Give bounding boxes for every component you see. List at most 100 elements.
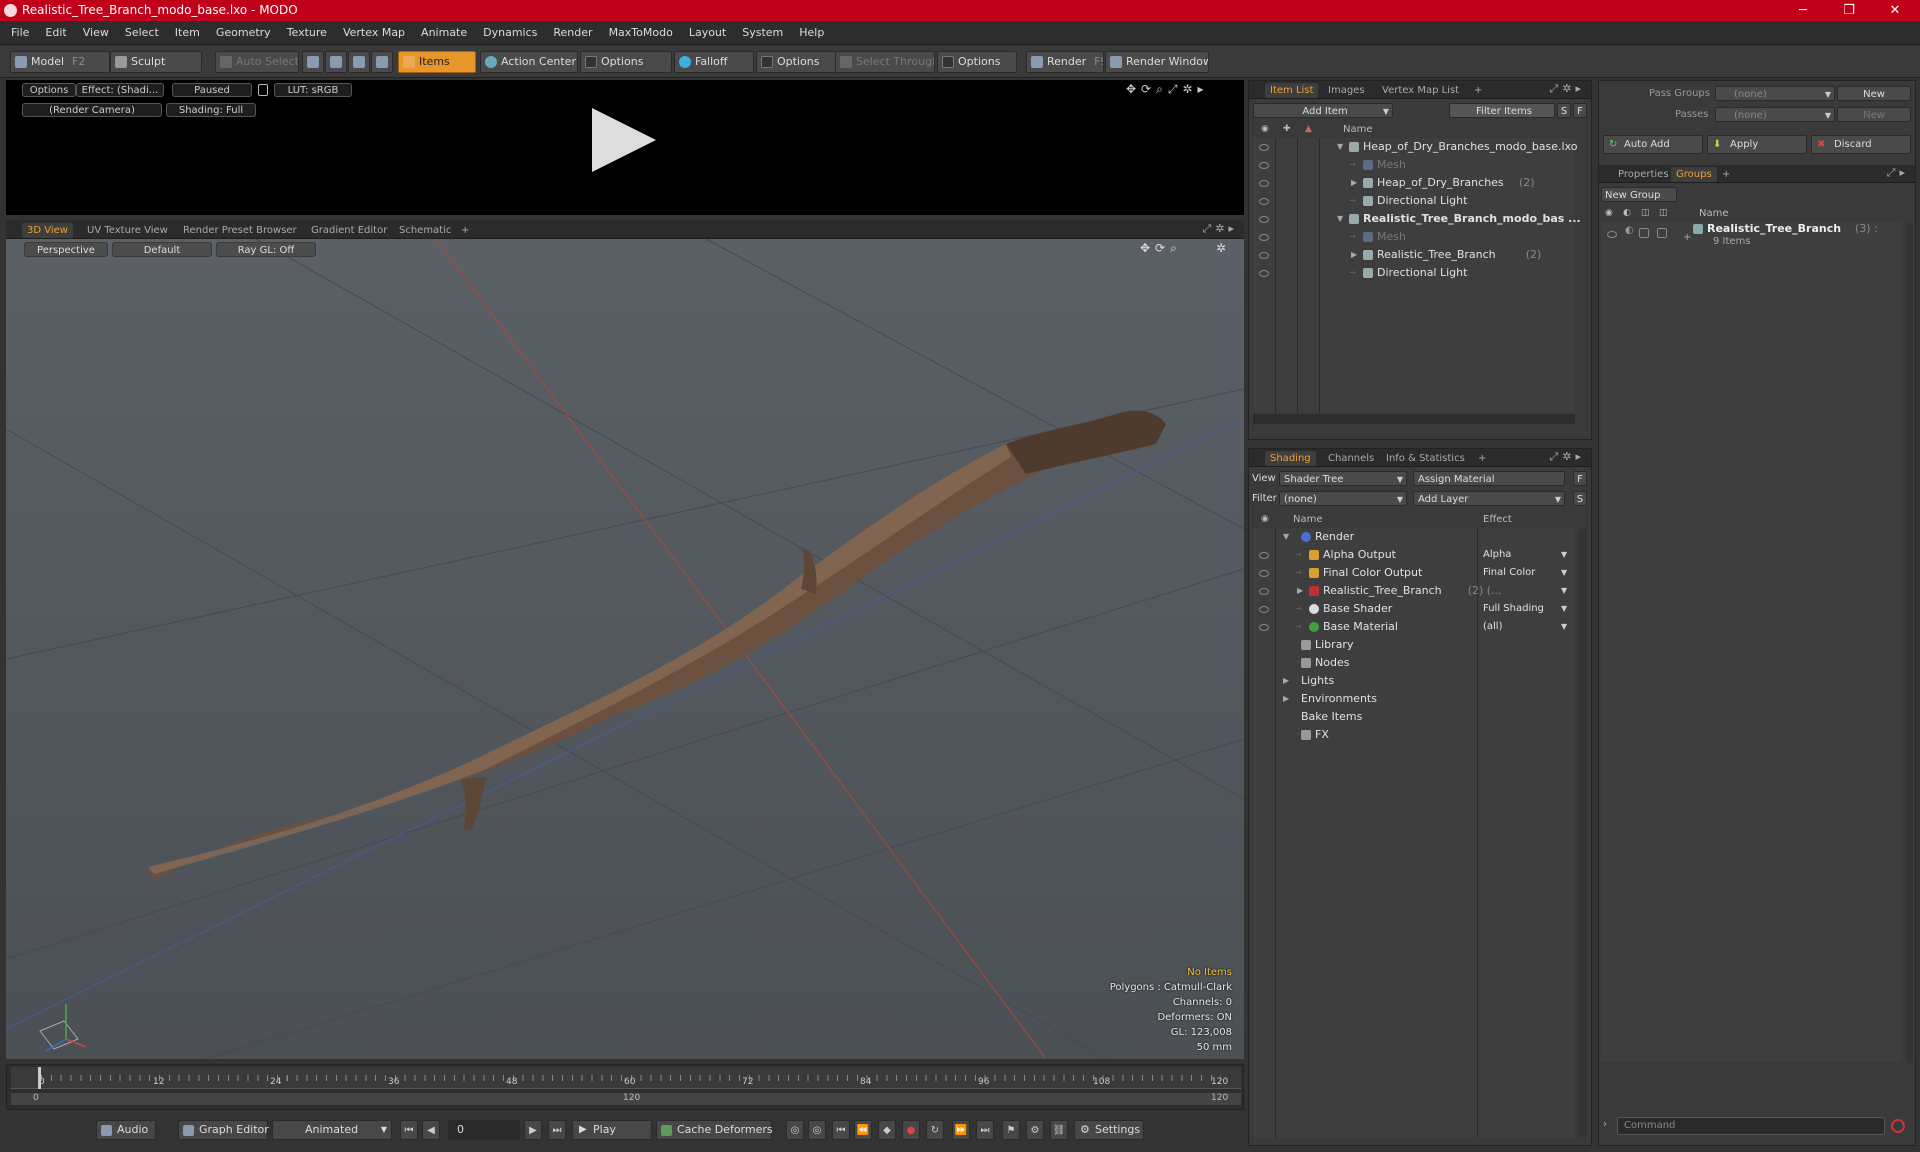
visibility-eye-icon[interactable] — [1259, 216, 1269, 223]
collapse-arrow-icon[interactable]: ▼ — [1337, 210, 1343, 228]
shader-row[interactable]: → Base Shader Full Shading ▼ — [1253, 600, 1575, 618]
select-checkbox[interactable] — [1657, 228, 1667, 238]
polygon-mode-button[interactable] — [348, 51, 370, 73]
expand-plus-icon[interactable]: + — [1683, 232, 1691, 243]
expand-arrow-icon[interactable]: ▶ — [1283, 672, 1289, 690]
effect-value[interactable]: Alpha — [1483, 546, 1511, 564]
new-group-button[interactable]: New Group — [1601, 187, 1677, 202]
menu-texture[interactable]: Texture — [279, 21, 335, 45]
command-expand-icon[interactable]: › — [1603, 1119, 1613, 1133]
visibility-eye-icon[interactable] — [1259, 552, 1269, 559]
select-through-button[interactable]: Select Through — [835, 51, 935, 73]
jump-start-icon[interactable]: ⏮ — [832, 1120, 850, 1140]
expand-arrow-icon[interactable]: ▶ — [1351, 246, 1357, 264]
key-icon[interactable]: ◎ — [786, 1120, 804, 1140]
play-icon[interactable] — [592, 108, 656, 172]
shader-row[interactable]: Bake Items — [1253, 708, 1575, 726]
search-f-button[interactable]: F — [1573, 103, 1587, 118]
auto-add-button[interactable]: ↻ Auto Add — [1603, 135, 1703, 154]
menu-geometry[interactable]: Geometry — [208, 21, 279, 45]
tab-3d-view[interactable]: 3D View — [22, 223, 73, 238]
action-center-button[interactable]: Action Center — [480, 51, 578, 73]
filter-dropdown[interactable]: (none) ▼ — [1279, 491, 1407, 506]
dropdown-arrow-icon[interactable]: ▼ — [1561, 546, 1567, 564]
panel-menu-icons[interactable]: ⤢✲▸ — [1549, 450, 1585, 464]
item-row[interactable]: ▼ Heap_of_Dry_Branches_modo_base.lxo — [1253, 138, 1578, 156]
new-pass-button[interactable]: New — [1837, 107, 1911, 122]
tab-channels[interactable]: Channels — [1323, 451, 1379, 466]
visibility-eye-icon[interactable] — [1607, 231, 1617, 238]
group-row[interactable]: ◐ + Realistic_Tree_Branch (3) : 9 Items — [1601, 222, 1901, 252]
viewport-settings-icon[interactable]: ✲ — [1216, 241, 1226, 255]
expand-arrow-icon[interactable]: ▶ — [1351, 174, 1357, 192]
item-row[interactable]: ▼ Realistic_Tree_Branch_modo_bas ... — [1253, 210, 1581, 228]
shading-s-button[interactable]: S — [1573, 491, 1587, 506]
material-mode-button[interactable] — [371, 51, 393, 73]
tab-properties[interactable]: Properties — [1613, 167, 1674, 182]
discard-button[interactable]: ✖ Discard — [1811, 135, 1911, 154]
dropdown-arrow-icon[interactable]: ▼ — [1561, 618, 1567, 636]
settings-button[interactable]: ⚙ Settings — [1074, 1120, 1144, 1140]
preview-controls-icons[interactable]: ✥⟳⌕⤢✲▸ — [1126, 82, 1209, 97]
audio-button[interactable]: Audio — [96, 1120, 156, 1140]
shader-row[interactable]: ▶ Realistic_Tree_Branch (2) (... ▼ — [1253, 582, 1575, 600]
preview-pause-button[interactable]: Paused — [172, 83, 252, 97]
tab-images[interactable]: Images — [1323, 83, 1370, 98]
panel-menu-icons[interactable]: ⤢▸ — [1887, 166, 1909, 180]
auto-select-button[interactable]: Auto Select — [215, 51, 299, 73]
key-options-icon[interactable]: ◎ — [808, 1120, 826, 1140]
item-row[interactable]: ▶ Heap_of_Dry_Branches (2) — [1253, 174, 1575, 192]
visibility-eye-icon[interactable] — [1259, 588, 1269, 595]
vertex-mode-button[interactable] — [302, 51, 324, 73]
add-layer-dropdown[interactable]: Add Layer ▼ — [1413, 491, 1565, 506]
effect-value[interactable]: Final Color — [1483, 564, 1535, 582]
select-options-button[interactable]: Options — [937, 51, 1017, 73]
play-button[interactable]: ▶ Play — [572, 1120, 652, 1140]
collapse-arrow-icon[interactable]: ▼ — [1283, 528, 1289, 546]
render-toggle-icon[interactable]: ◐ — [1625, 225, 1634, 236]
visibility-eye-icon[interactable] — [1259, 624, 1269, 631]
close-button[interactable]: ✕ — [1872, 0, 1918, 21]
add-tab-button[interactable]: + — [1469, 83, 1487, 98]
timeline[interactable]: 0 12 24 36 48 60 72 84 96 108 120 0 120 … — [6, 1064, 1244, 1110]
record-icon[interactable]: ● — [902, 1120, 920, 1140]
shader-row[interactable]: ▶ Environments — [1253, 690, 1575, 708]
render-camera-dropdown[interactable]: (Render Camera) — [22, 103, 162, 117]
search-s-button[interactable]: S — [1557, 103, 1571, 118]
shader-row[interactable]: → Final Color Output Final Color ▼ — [1253, 564, 1575, 582]
keyframe-icon[interactable]: ◆ — [878, 1120, 896, 1140]
shader-row[interactable]: FX — [1253, 726, 1575, 744]
menu-item[interactable]: Item — [167, 21, 208, 45]
menu-layout[interactable]: Layout — [681, 21, 734, 45]
item-row[interactable]: → Directional Light — [1253, 264, 1575, 282]
visibility-eye-icon[interactable] — [1259, 252, 1269, 259]
panel-menu-icons[interactable]: ⤢✲▸ — [1202, 222, 1238, 236]
menu-select[interactable]: Select — [117, 21, 167, 45]
item-row[interactable]: ▶ Realistic_Tree_Branch (2) — [1253, 246, 1575, 264]
marker-icon[interactable]: ⚑ — [1002, 1120, 1020, 1140]
visibility-eye-icon[interactable] — [1259, 606, 1269, 613]
shader-row[interactable]: ▼ Render — [1253, 528, 1575, 546]
shader-row[interactable]: → Alpha Output Alpha ▼ — [1253, 546, 1575, 564]
tab-render-preset-browser[interactable]: Render Preset Browser — [178, 223, 302, 238]
tab-uv-texture-view[interactable]: UV Texture View — [82, 223, 173, 238]
effect-value[interactable]: Full Shading — [1483, 600, 1544, 618]
tab-info-statistics[interactable]: Info & Statistics — [1381, 451, 1470, 466]
pass-groups-dropdown[interactable]: (none) ▼ — [1715, 86, 1835, 101]
jump-next-icon[interactable]: ⏩ — [952, 1120, 970, 1140]
graph-editor-button[interactable]: Graph Editor — [178, 1120, 269, 1140]
lock-icon[interactable] — [258, 84, 268, 96]
falloff-button[interactable]: Falloff — [674, 51, 754, 73]
shader-row[interactable]: ▶ Lights — [1253, 672, 1575, 690]
channel-icon[interactable]: ⚙ — [1026, 1120, 1044, 1140]
panel-menu-icons[interactable]: ⤢✲▸ — [1549, 82, 1585, 96]
tab-item-list[interactable]: Item List — [1265, 83, 1319, 98]
tab-vertex-map-list[interactable]: Vertex Map List — [1377, 83, 1464, 98]
minimize-button[interactable]: ─ — [1780, 0, 1826, 21]
menu-system[interactable]: System — [734, 21, 791, 45]
shader-row[interactable]: Nodes — [1253, 654, 1575, 672]
shading-dropdown[interactable]: Shading: Full — [166, 103, 256, 117]
collapse-arrow-icon[interactable]: ▼ — [1337, 138, 1343, 156]
shader-row[interactable]: Library — [1253, 636, 1575, 654]
visibility-eye-icon[interactable] — [1259, 234, 1269, 241]
